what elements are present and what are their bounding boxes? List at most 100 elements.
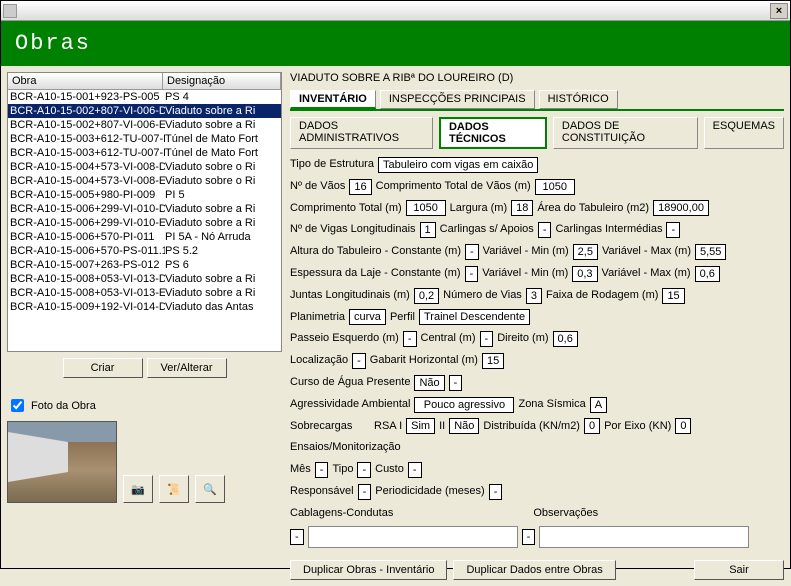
list-row[interactable]: BCR-A10-15-002+807-VI-006-DViaduto sobre… [8, 104, 281, 118]
cablagens-val[interactable]: - [290, 529, 304, 545]
planimetria[interactable]: curva [349, 309, 386, 325]
list-row[interactable]: BCR-A10-15-004+573-VI-008-EViaduto sobre… [8, 174, 281, 188]
list-row[interactable]: BCR-A10-15-003+612-TU-007-ETúnel de Mato… [8, 146, 281, 160]
responsavel[interactable]: - [358, 484, 372, 500]
window-icon [3, 4, 17, 18]
rsa1[interactable]: Sim [406, 418, 435, 434]
perfil[interactable]: Trainel Descendente [419, 309, 530, 325]
comp-total[interactable]: 1050 [406, 200, 446, 216]
periodicidade[interactable]: - [489, 484, 503, 500]
camera-icon[interactable]: 📷 [123, 475, 153, 503]
ensaios-label: Ensaios/Monitorização [290, 438, 401, 458]
direito-label: Direito (m) [497, 329, 548, 349]
list-row[interactable]: BCR-A10-15-006+299-VI-010-DViaduto sobre… [8, 202, 281, 216]
tab-inventario[interactable]: INVENTÁRIO [290, 90, 376, 109]
passeio-esq[interactable]: - [403, 331, 417, 347]
subtab-tecnicos[interactable]: DADOS TÉCNICOS [439, 117, 547, 149]
tab-inspeccoes[interactable]: INSPECÇÕES PRINCIPAIS [380, 90, 535, 109]
foto-checkbox[interactable] [11, 399, 24, 412]
faixa[interactable]: 15 [662, 288, 684, 304]
rsa2[interactable]: Não [449, 418, 479, 434]
list-row[interactable]: BCR-A10-15-006+570-PS-011.1PS 5.2 [8, 244, 281, 258]
altura-const[interactable]: - [465, 244, 479, 260]
comp-total-vaos[interactable]: 1050 [535, 179, 575, 195]
curso-agua-2[interactable]: - [449, 375, 463, 391]
por-eixo[interactable]: 0 [675, 418, 691, 434]
list-row[interactable]: BCR-A10-15-004+573-VI-008-DViaduto sobre… [8, 160, 281, 174]
n-vaos-label: Nº de Vãos [290, 177, 345, 197]
observacoes-label: Observações [533, 504, 598, 524]
subtab-esquemas[interactable]: ESQUEMAS [704, 117, 784, 149]
carlingas-apoios[interactable]: - [538, 222, 552, 238]
list-row[interactable]: BCR-A10-15-008+053-VI-013-EViaduto sobre… [8, 286, 281, 300]
curso-agua-label: Curso de Água Presente [290, 373, 410, 393]
gabarit[interactable]: 15 [482, 353, 504, 369]
largura[interactable]: 18 [511, 200, 533, 216]
tipo-estrutura[interactable]: Tabuleiro com vigas em caixão [378, 157, 538, 173]
altura-var-max[interactable]: 5,55 [695, 244, 726, 260]
espessura-const[interactable]: - [465, 266, 479, 282]
localizacao[interactable]: - [352, 353, 366, 369]
list-row[interactable]: BCR-A10-15-009+192-VI-014-DViaduto das A… [8, 300, 281, 314]
list-row[interactable]: BCR-A10-15-008+053-VI-013-DViaduto sobre… [8, 272, 281, 286]
subtab-admin[interactable]: DADOS ADMINISTRATIVOS [290, 117, 433, 149]
list-row[interactable]: BCR-A10-15-005+980-PI-009PI 5 [8, 188, 281, 202]
col-designacao[interactable]: Designação [163, 73, 281, 89]
esp-var-max-label: Variável - Max (m) [602, 264, 691, 284]
cablagens-text[interactable] [308, 526, 518, 548]
observacoes-text[interactable] [539, 526, 749, 548]
esp-var-max[interactable]: 0,6 [695, 266, 720, 282]
zona-sismica-label: Zona Sísmica [518, 395, 585, 415]
sair-button[interactable]: Sair [694, 560, 784, 580]
col-obra[interactable]: Obra [8, 73, 163, 89]
altura-var-max-label: Variável - Max (m) [602, 242, 691, 262]
obra-photo [7, 421, 117, 503]
n-vaos[interactable]: 16 [349, 179, 371, 195]
list-row[interactable]: BCR-A10-15-007+263-PS-012PS 6 [8, 258, 281, 272]
vigas-long[interactable]: 1 [420, 222, 436, 238]
zona-sismica[interactable]: A [590, 397, 607, 413]
carlingas-int-label: Carlingas Intermédias [555, 220, 662, 240]
curso-agua[interactable]: Não [414, 375, 444, 391]
zoom-icon[interactable]: 🔍 [195, 475, 225, 503]
duplicar-dados-button[interactable]: Duplicar Dados entre Obras [453, 560, 615, 580]
altura-var-min[interactable]: 2,5 [573, 244, 598, 260]
num-vias[interactable]: 3 [526, 288, 542, 304]
central-label: Central (m) [421, 329, 476, 349]
subtab-constituicao[interactable]: DADOS DE CONSTITUIÇÃO [553, 117, 698, 149]
scanner-icon[interactable]: 📜 [159, 475, 189, 503]
mes[interactable]: - [315, 462, 329, 478]
agressiv[interactable]: Pouco agressivo [414, 397, 514, 413]
criar-button[interactable]: Criar [63, 358, 143, 378]
juntas[interactable]: 0,2 [414, 288, 439, 304]
vigas-long-label: Nº de Vigas Longitudinais [290, 220, 416, 240]
area-tab[interactable]: 18900,00 [653, 200, 709, 216]
carlingas-apoios-label: Carlingas s/ Apoios [440, 220, 534, 240]
tipo[interactable]: - [357, 462, 371, 478]
close-button[interactable]: × [770, 3, 788, 19]
list-row[interactable]: BCR-A10-15-001+923-PS-005PS 4 [8, 90, 281, 104]
list-row[interactable]: BCR-A10-15-006+570-PI-011PI 5A - Nó Arru… [8, 230, 281, 244]
foto-label: Foto da Obra [31, 400, 96, 412]
planimetria-label: Planimetria [290, 308, 345, 328]
carlingas-int[interactable]: - [666, 222, 680, 238]
distribuida-label: Distribuída (KN/m2) [483, 417, 580, 437]
duplicar-obras-button[interactable]: Duplicar Obras - Inventário [290, 560, 447, 580]
comp-total-vaos-label: Comprimento Total de Vãos (m) [376, 177, 531, 197]
distribuida[interactable]: 0 [584, 418, 600, 434]
obras-list[interactable]: Obra Designação BCR-A10-15-001+923-PS-00… [7, 72, 282, 352]
perfil-label: Perfil [390, 308, 415, 328]
tab-historico[interactable]: HISTÓRICO [539, 90, 618, 109]
central[interactable]: - [480, 331, 494, 347]
app-title: Obras [1, 21, 790, 66]
direito[interactable]: 0,6 [553, 331, 578, 347]
ver-alterar-button[interactable]: Ver/Alterar [147, 358, 227, 378]
list-row[interactable]: BCR-A10-15-003+612-TU-007-DTúnel de Mato… [8, 132, 281, 146]
custo[interactable]: - [408, 462, 422, 478]
observacoes-val[interactable]: - [522, 529, 536, 545]
localizacao-label: Localização [290, 351, 348, 371]
list-row[interactable]: BCR-A10-15-002+807-VI-006-EViaduto sobre… [8, 118, 281, 132]
esp-var-min[interactable]: 0,3 [572, 266, 597, 282]
esp-var-min-label: Variável - Min (m) [482, 264, 568, 284]
list-row[interactable]: BCR-A10-15-006+299-VI-010-EViaduto sobre… [8, 216, 281, 230]
